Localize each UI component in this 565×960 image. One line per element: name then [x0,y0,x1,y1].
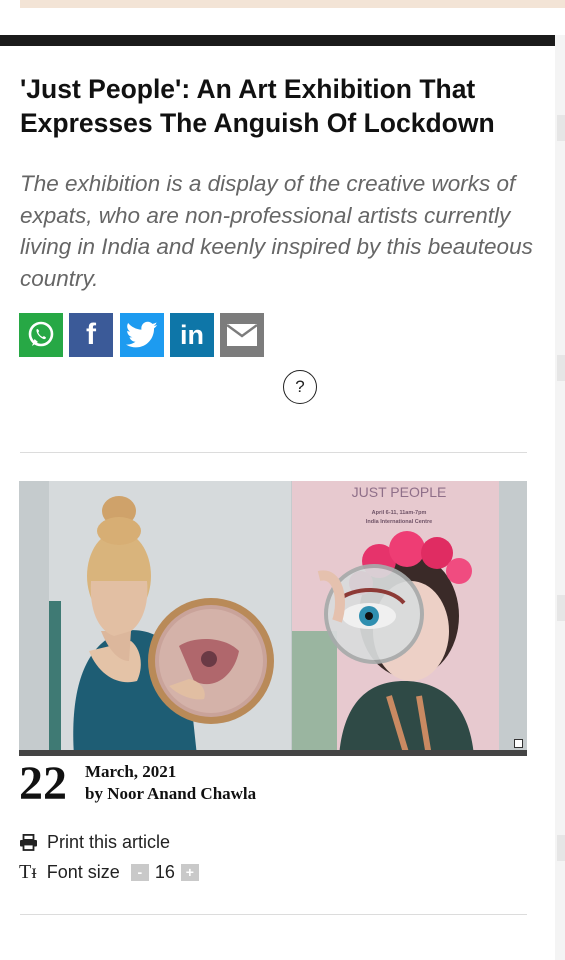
linkedin-share-button[interactable]: in [170,313,214,357]
article-headline: 'Just People': An Art Exhibition That Ex… [20,74,495,138]
divider-line [20,452,527,453]
expand-image-icon[interactable] [514,739,523,748]
hero-caption-strip [19,750,527,756]
email-share-button[interactable] [220,313,264,357]
publish-month-year: March, 2021 [85,762,177,781]
font-size-value: 16 [154,862,175,882]
whatsapp-share-button[interactable] [19,313,63,357]
printer-icon [20,834,37,851]
facebook-share-button[interactable]: f [69,313,113,357]
article-standfirst: The exhibition is a display of the creat… [20,171,533,291]
email-icon [226,324,258,346]
font-increase-button[interactable]: + [180,864,199,881]
whatsapp-icon [28,321,54,347]
poster-venue: India International Centre [366,519,432,525]
facebook-icon: f [86,318,96,351]
print-article-button[interactable]: Print this article [19,832,170,853]
author-byline[interactable]: by Noor Anand Chawla [85,784,256,804]
linkedin-icon: in [180,319,204,350]
twitter-share-button[interactable] [120,313,164,357]
hero-illustration: JUST PEOPLE April 6-11, 11am-7pm India I… [19,481,527,756]
print-label: Print this article [47,832,171,852]
publish-day: 22 [19,757,67,810]
article-hero-image[interactable]: JUST PEOPLE April 6-11, 11am-7pm India I… [19,481,527,756]
poster-dates: April 6-11, 11am-7pm [372,510,427,516]
font-size-control: Tᵻ Font size - 16 + [19,861,199,884]
font-decrease-button[interactable]: - [130,864,149,881]
font-size-label: Font size [46,862,120,882]
share-help-button[interactable]: ? [283,370,317,404]
twitter-icon [126,321,158,348]
right-scroll-strip [555,35,565,960]
section-divider-bar [0,35,555,46]
top-banner-ad[interactable] [20,0,565,8]
font-size-icon: Tᵻ [19,861,37,883]
poster-title: JUST PEOPLE [352,484,447,500]
divider-line-bottom [20,914,527,915]
